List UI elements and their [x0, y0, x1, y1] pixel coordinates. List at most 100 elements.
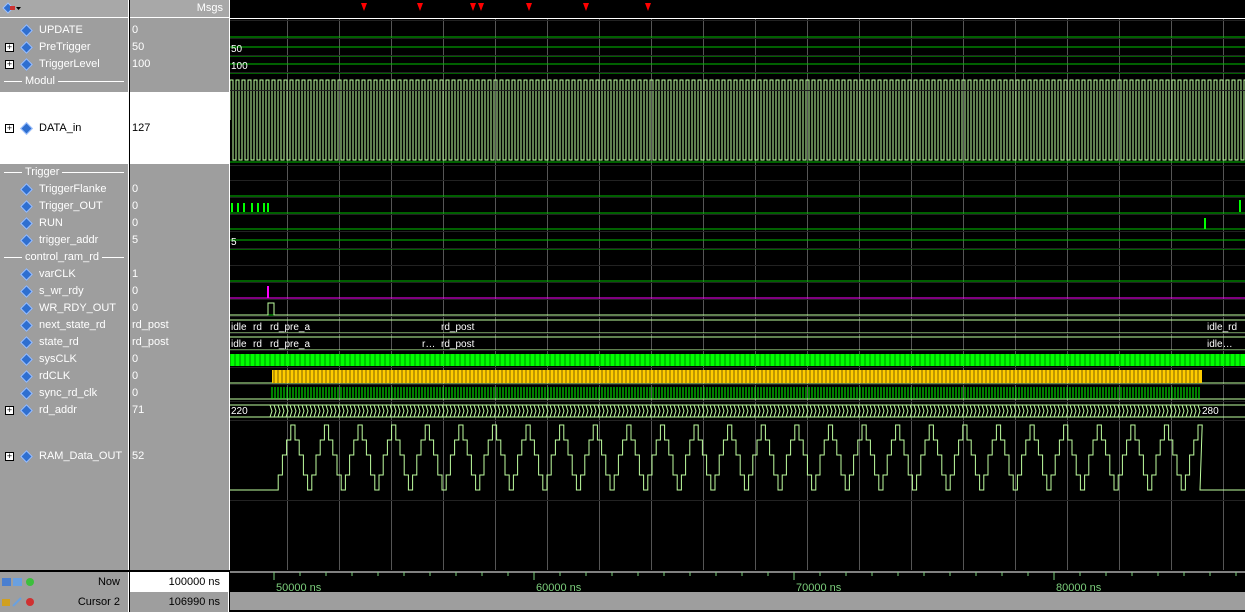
wave-label-triggerlevel: 100 — [231, 61, 248, 72]
bus-transition — [705, 404, 709, 418]
bus-transition — [873, 404, 877, 418]
signal-row-wr-rdy-out[interactable]: WR_RDY_OUT — [0, 300, 128, 317]
bus-transition — [397, 404, 401, 418]
group-divider-control-ram-rd[interactable]: control_ram_rd — [0, 249, 128, 266]
bus-transition — [1101, 404, 1105, 418]
group-divider-trigger[interactable]: Trigger — [0, 164, 128, 181]
bus-transition — [669, 404, 673, 418]
bus-transition — [953, 404, 957, 418]
expand-icon[interactable]: + — [5, 124, 14, 133]
bus-transition — [785, 404, 789, 418]
bus-transition — [537, 404, 541, 418]
bus-transition — [529, 404, 533, 418]
bus-transition — [689, 404, 693, 418]
signal-icon — [20, 268, 33, 281]
bus-transition — [589, 404, 593, 418]
signal-row-rd-addr[interactable]: + rd_addr — [0, 402, 128, 419]
bus-transition — [277, 404, 281, 418]
wave-label-next-state: idle_rd — [1207, 322, 1237, 333]
time-tick-label: 70000 ns — [796, 582, 842, 594]
signal-row-next-state-rd[interactable]: next_state_rd — [0, 317, 128, 334]
signal-row-run[interactable]: RUN — [0, 215, 128, 232]
bus-transition — [937, 404, 941, 418]
wave-data-in — [230, 79, 1245, 161]
bus-transition — [1161, 404, 1165, 418]
time-tick-label: 60000 ns — [536, 582, 582, 594]
signal-row-varclk[interactable]: varCLK — [0, 266, 128, 283]
bus-transition — [561, 404, 565, 418]
bus-transition — [1033, 404, 1037, 418]
group-divider-modul[interactable]: Modul — [0, 73, 128, 90]
bus-transition — [577, 404, 581, 418]
signal-row-pretrigger[interactable]: + PreTrigger — [0, 39, 128, 56]
signal-row-ram-data-out[interactable]: + RAM_Data_OUT — [0, 448, 128, 465]
bus-transition — [621, 404, 625, 418]
bus-transition — [521, 404, 525, 418]
wave-label-state: rd_post — [441, 339, 475, 350]
signal-row-triggerlevel[interactable]: + TriggerLevel — [0, 56, 128, 73]
wave-label-next-state: rd_pre_a — [270, 322, 310, 333]
expand-icon[interactable]: + — [5, 406, 14, 415]
toolbar-icons[interactable] — [2, 576, 36, 588]
bus-transition — [801, 404, 805, 418]
bus-transition — [721, 404, 725, 418]
signal-row-sysclk[interactable]: sysCLK — [0, 351, 128, 368]
bus-transition — [725, 404, 729, 418]
signal-row-state-rd[interactable]: state_rd — [0, 334, 128, 351]
cursor-tool-icons[interactable] — [2, 596, 36, 608]
bus-transition — [1145, 404, 1149, 418]
bus-transition — [829, 404, 833, 418]
signal-row-trigger-addr[interactable]: trigger_addr — [0, 232, 128, 249]
signal-row-s-wr-rdy[interactable]: s_wr_rdy — [0, 283, 128, 300]
bus-transition — [505, 404, 509, 418]
bus-transition — [741, 404, 745, 418]
bus-transition — [1069, 404, 1073, 418]
bus-transition — [413, 404, 417, 418]
bus-transition — [1197, 404, 1201, 418]
signal-name: next_state_rd — [39, 319, 106, 331]
signal-row-data-in[interactable]: + DATA_in — [0, 92, 128, 164]
bus-transition — [1057, 404, 1061, 418]
expand-icon[interactable]: + — [5, 452, 14, 461]
bus-transition — [489, 404, 493, 418]
wave-toolbar-icon[interactable] — [2, 2, 22, 15]
signal-row-trigger-out[interactable]: Trigger_OUT — [0, 198, 128, 215]
group-label: Modul — [22, 73, 58, 90]
signal-value: 1 — [132, 268, 139, 280]
signal-row-update[interactable]: UPDATE — [0, 22, 128, 39]
expand-icon[interactable]: + — [5, 43, 14, 52]
bus-transition — [393, 404, 397, 418]
signal-row-sync-rd-clk[interactable]: sync_rd_clk — [0, 385, 128, 402]
signal-name: PreTrigger — [39, 41, 91, 53]
bus-transition — [985, 404, 989, 418]
signal-name: RUN — [39, 217, 63, 229]
bus-transition — [749, 404, 753, 418]
wave-label-state: rd — [253, 339, 262, 350]
signal-row-rdclk[interactable]: rdCLK — [0, 368, 128, 385]
bus-transition — [1149, 404, 1153, 418]
signal-name: rd_addr — [39, 404, 77, 416]
bus-transition — [301, 404, 305, 418]
bus-transition — [901, 404, 905, 418]
bus-transition — [681, 404, 685, 418]
bus-transition — [1017, 404, 1021, 418]
signal-row-triggerflanke[interactable]: TriggerFlanke — [0, 181, 128, 198]
bus-transition — [869, 404, 873, 418]
bus-transition — [761, 404, 765, 418]
expand-icon[interactable]: + — [5, 60, 14, 69]
waveform-canvas[interactable]: 50 100 5 idle rd rd_pre_a rd_post idle_r… — [230, 0, 1245, 570]
bus-transition — [1053, 404, 1057, 418]
bus-transition — [429, 404, 433, 418]
waveform-pane[interactable]: 50 100 5 idle rd rd_pre_a rd_post idle_r… — [230, 0, 1245, 570]
bus-transition — [1021, 404, 1025, 418]
bus-transition — [541, 404, 545, 418]
signal-value: 0 — [132, 183, 139, 195]
bus-transition — [453, 404, 457, 418]
time-tick-label: 80000 ns — [1056, 582, 1102, 594]
bus-transition — [797, 404, 801, 418]
bus-transition — [425, 404, 429, 418]
bus-transition — [613, 404, 617, 418]
bus-transition — [793, 404, 797, 418]
bus-transition — [485, 404, 489, 418]
signal-icon — [20, 234, 33, 247]
